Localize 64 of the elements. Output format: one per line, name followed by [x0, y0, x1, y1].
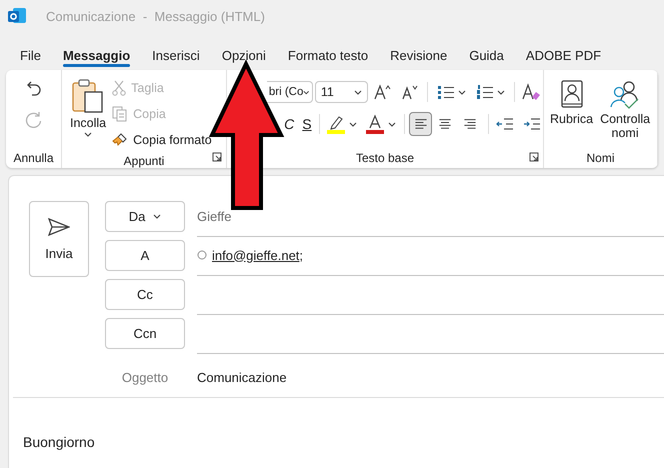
bullet-list-icon[interactable] [437, 84, 456, 100]
ribbon-tab[interactable]: Revisione [379, 40, 458, 70]
bcc-button[interactable]: Ccn [105, 318, 185, 349]
ribbon-tab[interactable]: ADOBE PDF [514, 40, 612, 70]
group-label: Appunti [122, 153, 166, 168]
font-size-field[interactable]: 11 [314, 81, 368, 103]
group-label: Nomi [585, 150, 616, 166]
font-color-icon[interactable] [365, 114, 386, 134]
clipboard-icon[interactable] [71, 78, 106, 114]
align-right-icon [462, 117, 478, 131]
scissors-icon [112, 80, 126, 96]
ribbon-tab[interactable]: Messaggio [52, 40, 142, 70]
align-center-icon [437, 117, 454, 131]
recipient-address[interactable]: info@gieffe.net; [212, 248, 304, 262]
paintbrush-icon [112, 132, 128, 148]
sender-name: Gieffe [197, 208, 232, 224]
chevron-down-icon [388, 122, 396, 126]
window-title: Comunicazione - Messaggio (HTML) [46, 8, 265, 24]
chevron-down-icon [84, 132, 92, 137]
numbered-list-icon[interactable] [476, 84, 494, 100]
send-icon [48, 218, 70, 236]
check-names-button[interactable]: Controlla nomi [597, 74, 654, 147]
chevron-down-icon [303, 90, 310, 94]
ribbon-tab[interactable]: Opzioni [210, 40, 277, 70]
increase-indent-icon[interactable] [522, 117, 541, 131]
undo-icon[interactable] [24, 79, 42, 97]
send-button[interactable]: Invia [29, 201, 89, 277]
dialog-launcher-icon[interactable] [529, 152, 539, 162]
chevron-down-icon [496, 90, 505, 94]
clear-formatting-icon[interactable] [521, 83, 542, 101]
shrink-font-icon[interactable] [400, 83, 420, 101]
to-button[interactable]: A [105, 240, 185, 271]
ribbon-button[interactable]: Copia formato [112, 127, 212, 153]
grow-font-icon[interactable] [373, 83, 394, 101]
chevron-down-icon [354, 90, 362, 94]
ribbon-tab[interactable]: Inserisci [141, 40, 211, 70]
group-label: Testo base [354, 150, 416, 166]
address-book-icon[interactable] [560, 80, 584, 110]
presence-status-icon [197, 250, 207, 260]
chevron-down-icon [153, 214, 162, 219]
highlighter-icon[interactable] [326, 114, 346, 134]
copy-icon [112, 106, 128, 122]
cc-button[interactable]: Cc [105, 279, 185, 310]
group-label: Annulla [12, 150, 55, 166]
address-book-button[interactable]: Rubrica [550, 74, 594, 147]
subject-label: Oggetto [120, 370, 170, 384]
align-left-icon [412, 117, 429, 131]
ribbon-tab[interactable]: Guida [458, 40, 515, 70]
font-name-field[interactable]: bri (Co [266, 81, 313, 103]
from-button[interactable]: Da [105, 201, 185, 232]
paste-button[interactable]: Incolla [70, 72, 106, 153]
chevron-down-icon [348, 122, 357, 126]
ribbon-tab[interactable]: File [9, 40, 52, 70]
outlook-logo-icon [8, 7, 26, 25]
dialog-launcher-icon[interactable] [212, 152, 222, 162]
chevron-down-icon [458, 90, 466, 94]
align-button[interactable] [409, 112, 432, 136]
message-body-text[interactable]: Buongiorno [23, 434, 95, 450]
decrease-indent-icon[interactable] [496, 117, 514, 131]
subject-field[interactable]: Comunicazione [197, 370, 287, 384]
ribbon-tab[interactable]: Formato testo [276, 40, 380, 70]
people-check-icon[interactable] [609, 80, 642, 110]
underline-button[interactable]: S [298, 112, 316, 136]
italic-button[interactable]: C [280, 112, 298, 136]
